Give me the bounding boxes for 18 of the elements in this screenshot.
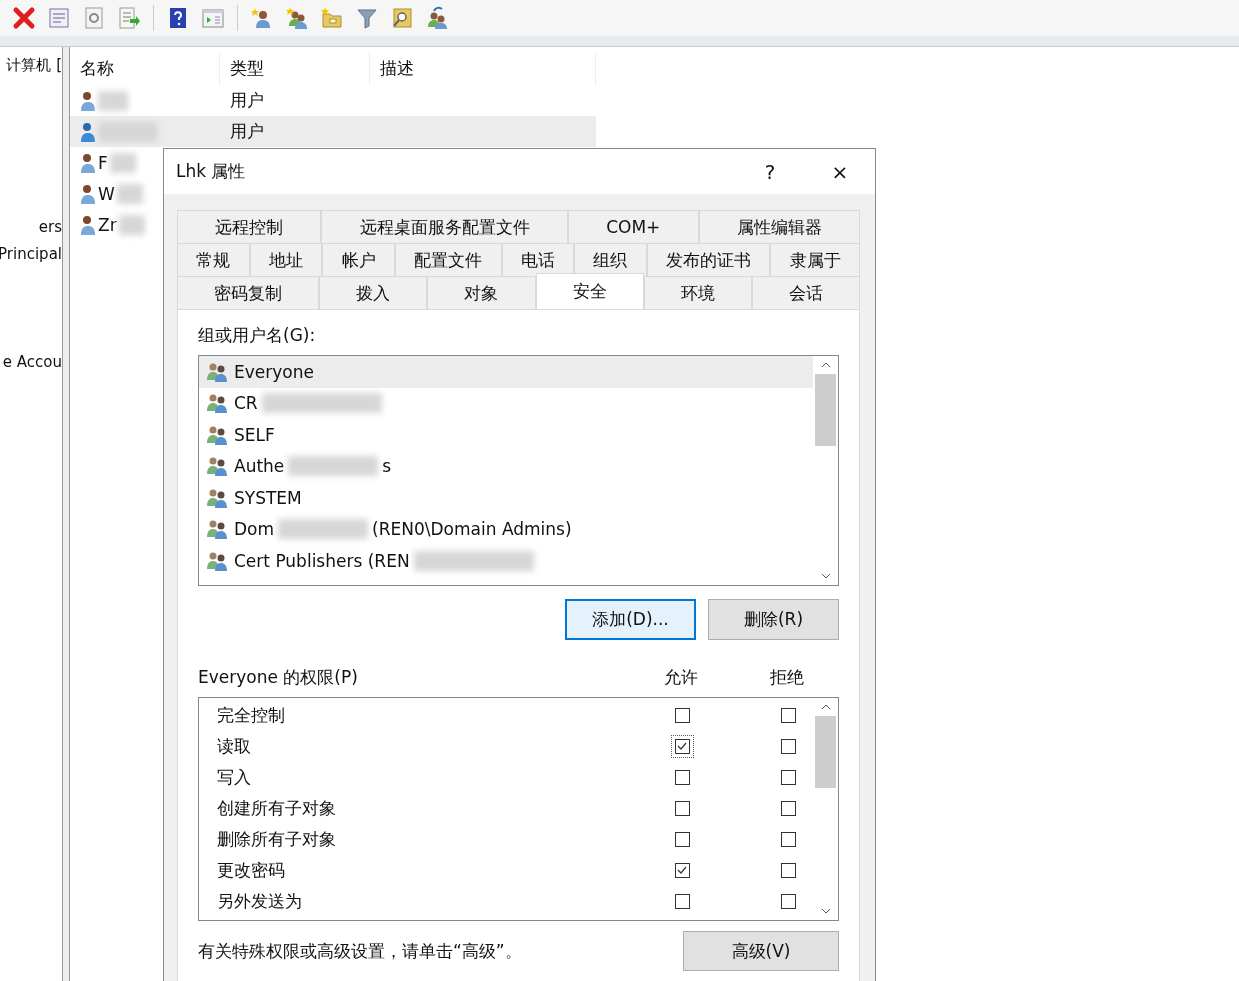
permissions-label: Everyone 的权限(P) <box>198 666 359 689</box>
user-type: 用户 <box>230 120 264 143</box>
permission-name: 删除所有子对象 <box>216 828 337 851</box>
user-name: Zr <box>98 214 117 235</box>
user-name: W <box>98 183 115 204</box>
permission-name: 更改密码 <box>216 859 286 882</box>
user-type: 用户 <box>230 89 264 112</box>
dialog-title: Lhk 属性 <box>176 160 247 183</box>
column-header: 允许 <box>663 666 699 689</box>
permission-name: 完全控制 <box>216 704 286 727</box>
permission-name: 创建所有子对象 <box>216 797 337 820</box>
groups-label: 组或用户名(G): <box>198 324 317 347</box>
permission-name: 读取 <box>216 735 252 758</box>
user-name: F <box>98 152 108 173</box>
column-header: 拒绝 <box>769 666 805 689</box>
hint-text: 有关特殊权限或高级设置，请单击“高级”。 <box>198 939 522 963</box>
permission-name: 写入 <box>216 766 252 789</box>
permission-name: 另外发送为 <box>216 890 303 913</box>
